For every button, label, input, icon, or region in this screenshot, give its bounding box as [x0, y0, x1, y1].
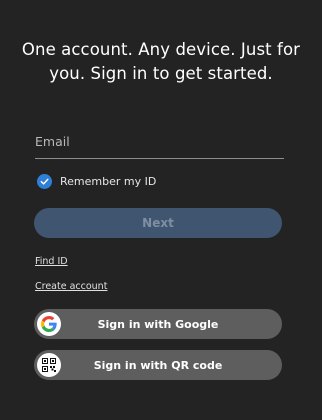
remember-my-id-checkbox[interactable]: Remember my ID: [37, 173, 156, 189]
remember-my-id-label: Remember my ID: [60, 174, 157, 188]
qr-code-icon: [37, 353, 61, 377]
sign-in-page: One account. Any device. Just for you. S…: [0, 0, 322, 420]
email-field-container: [35, 130, 284, 159]
google-logo-icon: [37, 312, 61, 336]
find-id-link[interactable]: Find ID: [35, 256, 68, 267]
page-title: One account. Any device. Just for you. S…: [21, 40, 301, 83]
sign-in-with-google-button[interactable]: Sign in with Google: [34, 309, 282, 339]
sign-in-with-qr-code-button[interactable]: Sign in with QR code: [34, 350, 282, 380]
create-account-link[interactable]: Create account: [35, 281, 107, 292]
google-g-glyph: [41, 316, 57, 332]
sign-in-with-qr-code-label: Sign in with QR code: [93, 358, 223, 372]
email-field[interactable]: [35, 130, 284, 152]
next-button[interactable]: Next: [34, 208, 282, 238]
sign-in-with-google-label: Sign in with Google: [97, 317, 219, 331]
check-icon[interactable]: [37, 173, 52, 189]
checkmark-glyph: [40, 178, 49, 185]
qr-glyph: [42, 358, 56, 372]
